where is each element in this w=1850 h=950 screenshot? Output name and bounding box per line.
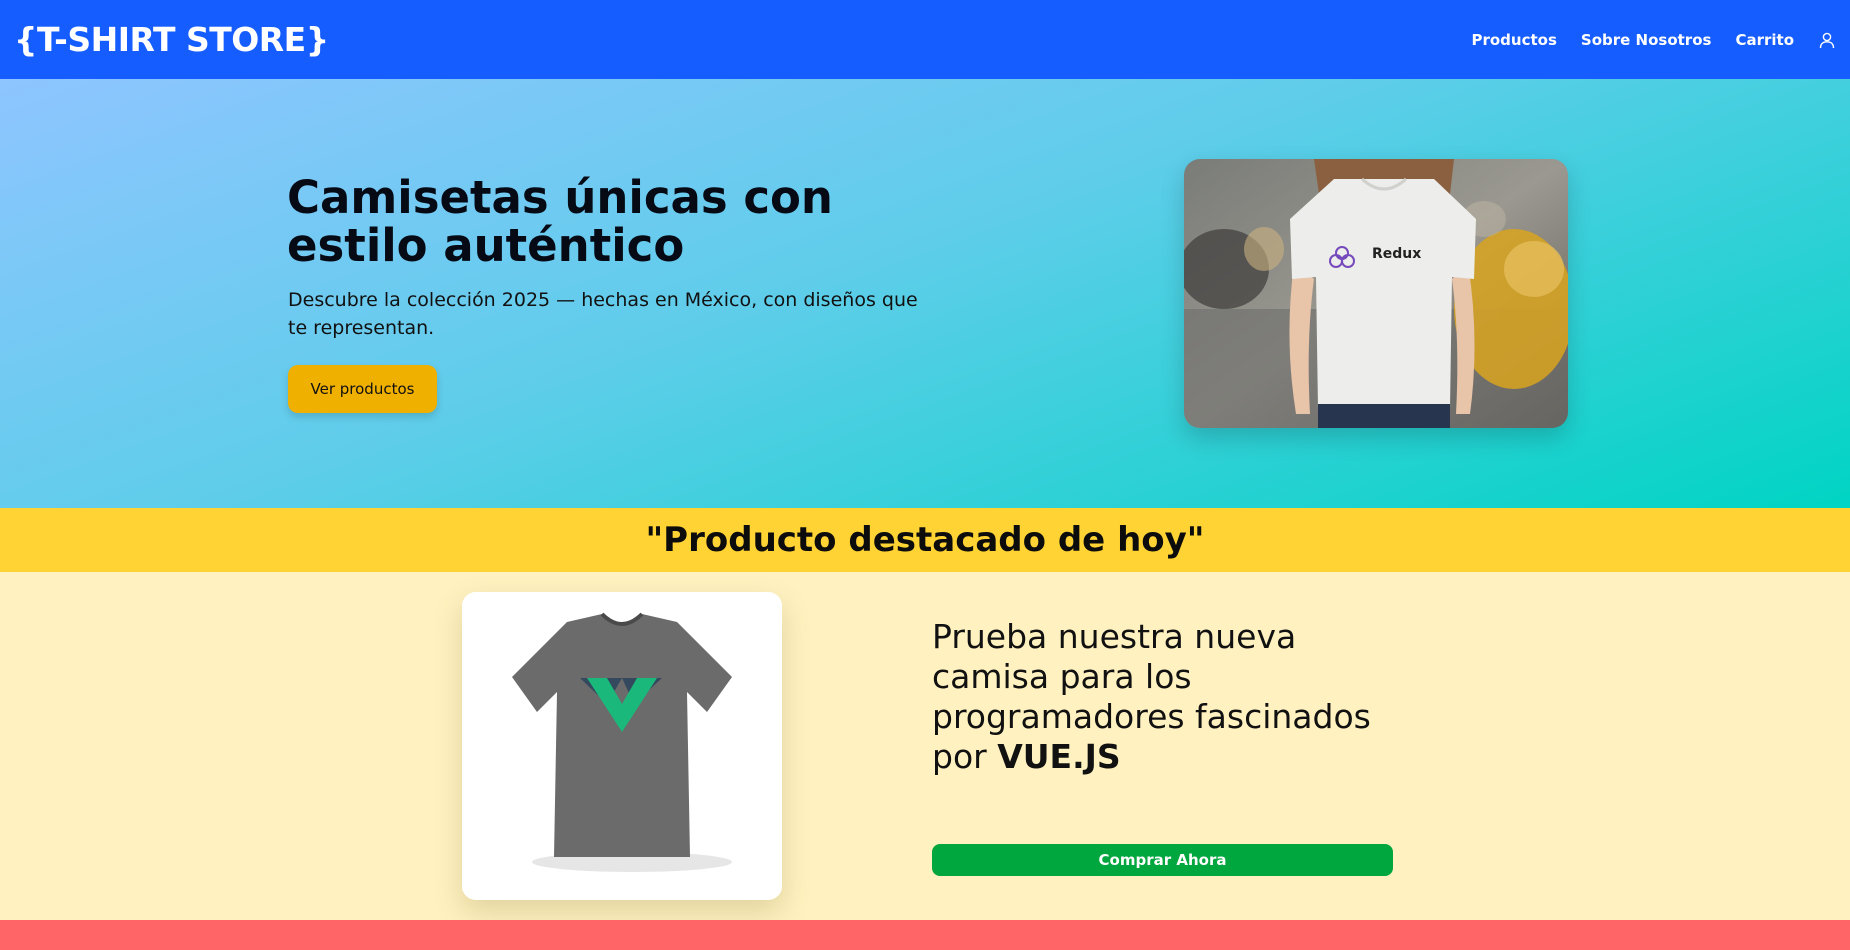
featured-brand: VUE.JS xyxy=(997,737,1121,776)
hero-section: Camisetas únicas con estilo auténtico De… xyxy=(0,79,1850,508)
nav-link-sobre-nosotros[interactable]: Sobre Nosotros xyxy=(1581,31,1712,49)
featured-description: Prueba nuestra nueva camisa para los pro… xyxy=(932,617,1402,777)
navbar: {T-SHIRT STORE} Productos Sobre Nosotros… xyxy=(0,0,1850,79)
hero-image-logo-text: Redux xyxy=(1372,246,1421,262)
product-image-card[interactable] xyxy=(462,592,782,900)
hero-subtitle: Descubre la colección 2025 — hechas en M… xyxy=(288,289,918,339)
featured-banner: "Producto destacado de hoy" xyxy=(0,508,1850,572)
buy-now-button[interactable]: Comprar Ahora xyxy=(932,844,1393,876)
hero-image: Redux xyxy=(1184,159,1568,428)
bottom-section-strip xyxy=(0,920,1850,950)
nav-link-productos[interactable]: Productos xyxy=(1471,31,1556,49)
featured-section: Prueba nuestra nueva camisa para los pro… xyxy=(0,572,1850,920)
featured-heading: "Producto destacado de hoy" xyxy=(645,520,1205,560)
view-products-button[interactable]: Ver productos xyxy=(288,365,437,413)
brand-logo[interactable]: {T-SHIRT STORE} xyxy=(14,20,329,59)
hero-title: Camisetas únicas con estilo auténtico xyxy=(287,171,833,272)
nav-link-carrito[interactable]: Carrito xyxy=(1735,31,1794,49)
user-icon[interactable] xyxy=(1818,31,1836,49)
nav-links: Productos Sobre Nosotros Carrito xyxy=(1447,31,1836,49)
